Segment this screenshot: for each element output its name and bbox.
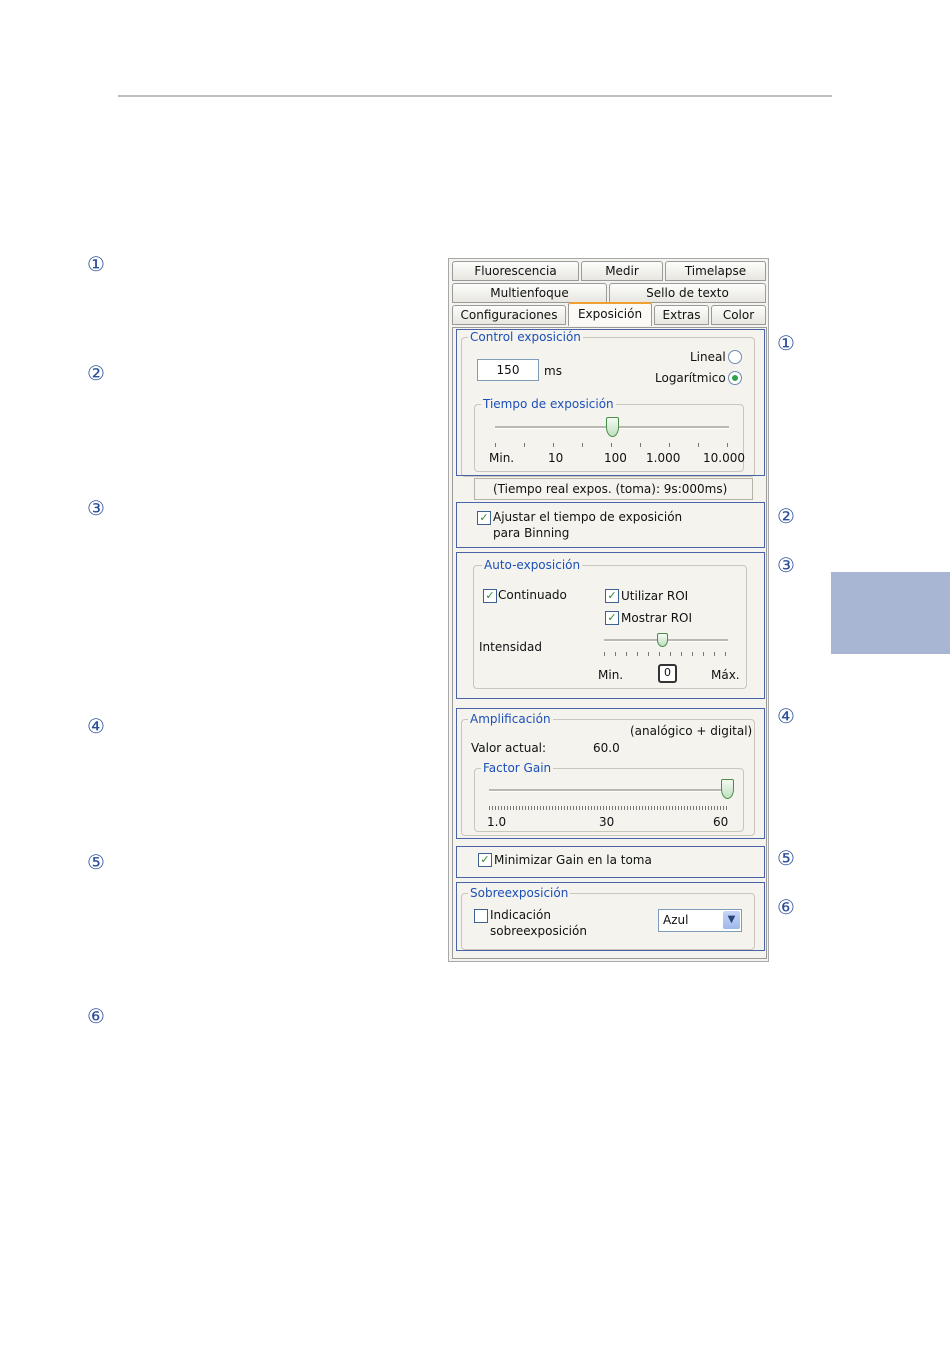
- callout-left-5: ⑤: [87, 850, 105, 874]
- tab-configuraciones[interactable]: Configuraciones: [452, 305, 566, 325]
- tab-color[interactable]: Color: [711, 305, 766, 325]
- highlight-box-4: [456, 708, 765, 839]
- highlight-box-3: [456, 552, 765, 699]
- callout-left-4: ④: [87, 714, 105, 738]
- tab-medir[interactable]: Medir: [581, 261, 663, 281]
- callout-right-1: ①: [777, 331, 795, 355]
- chapter-side-tab: [831, 572, 950, 654]
- callout-left-1: ①: [87, 252, 105, 276]
- real-exposure-text: (Tiempo real expos. (toma): 9s:000ms): [493, 482, 728, 496]
- callout-right-4: ④: [777, 704, 795, 728]
- tab-fluorescencia[interactable]: Fluorescencia: [452, 261, 579, 281]
- tab-exposicion[interactable]: Exposición: [568, 302, 652, 326]
- callout-right-6: ⑥: [777, 895, 795, 919]
- tab-timelapse[interactable]: Timelapse: [665, 261, 766, 281]
- callout-right-2: ②: [777, 504, 795, 528]
- tab-sello-de-texto[interactable]: Sello de texto: [609, 283, 766, 303]
- callout-right-3: ③: [777, 553, 795, 577]
- highlight-box-2: [456, 502, 765, 548]
- highlight-box-1: [456, 329, 765, 476]
- callout-left-2: ②: [87, 361, 105, 385]
- callout-right-5: ⑤: [777, 846, 795, 870]
- highlight-box-5: [456, 846, 765, 878]
- tab-extras[interactable]: Extras: [654, 305, 709, 325]
- real-exposure-box: (Tiempo real expos. (toma): 9s:000ms): [474, 478, 753, 500]
- callout-left-6: ⑥: [87, 1004, 105, 1028]
- highlight-box-6: [456, 882, 765, 951]
- header-rule: [118, 95, 832, 97]
- tab-multienfoque[interactable]: Multienfoque: [452, 283, 607, 303]
- callout-left-3: ③: [87, 496, 105, 520]
